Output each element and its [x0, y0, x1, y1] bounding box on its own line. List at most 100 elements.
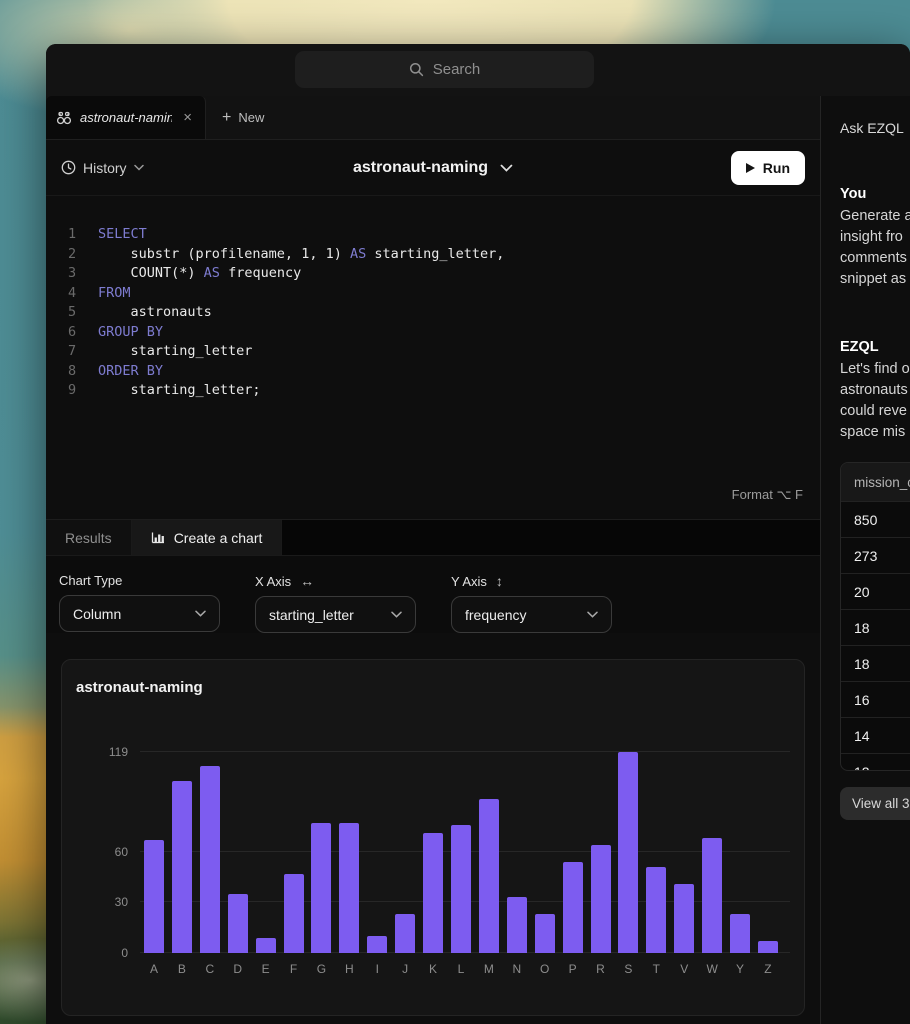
table-row[interactable]: 18: [841, 609, 910, 645]
message-you: You Generate ainsight frocommentssnippet…: [840, 186, 910, 290]
query-toolbar: History astronaut-naming Run: [46, 140, 820, 196]
bar-F[interactable]: [284, 874, 304, 953]
x-axis-tick-label: N: [507, 962, 527, 976]
app-window: Search astronaut-naming × + New: [46, 44, 910, 1024]
view-all-button[interactable]: View all 39: [840, 787, 910, 820]
bar-R[interactable]: [591, 845, 611, 953]
table-row[interactable]: 14: [841, 717, 910, 753]
bar-B[interactable]: [172, 781, 192, 953]
bar-K[interactable]: [423, 833, 443, 953]
bar-V[interactable]: [674, 884, 694, 953]
bar-D[interactable]: [228, 894, 248, 953]
table-row[interactable]: 850: [841, 501, 910, 537]
code-line: 5 astronauts: [68, 303, 820, 323]
bar-A[interactable]: [144, 840, 164, 953]
x-axis-tick-label: Z: [758, 962, 778, 976]
bar-W[interactable]: [702, 838, 722, 953]
code-line: 1SELECT: [68, 225, 820, 245]
tab-strip: astronaut-naming × + New: [46, 96, 820, 140]
x-axis-tick-label: T: [646, 962, 666, 976]
bar-P[interactable]: [563, 862, 583, 953]
x-axis-tick-label: S: [618, 962, 638, 976]
table-row[interactable]: 16: [841, 681, 910, 717]
results-tab-strip: Results Create a chart: [46, 520, 820, 556]
chart-controls: Chart Type Column X Axis ↔ starting_lett…: [46, 556, 820, 633]
x-axis-tick-label: J: [395, 962, 415, 976]
x-axis-value: starting_letter: [269, 607, 354, 623]
message-line: Let's find o: [840, 359, 910, 380]
line-number: 2: [68, 245, 98, 265]
chevron-down-icon: [500, 164, 513, 172]
bar-J[interactable]: [395, 914, 415, 953]
bar-G[interactable]: [311, 823, 331, 953]
code-text: FROM: [98, 284, 131, 304]
sidebar-title: Ask EZQL: [840, 120, 910, 136]
table-row[interactable]: 18: [841, 645, 910, 681]
message-ezql: EZQL Let's find oastronautscould revespa…: [840, 339, 910, 443]
bar-M[interactable]: [479, 799, 499, 953]
chart-type-select[interactable]: Column: [59, 595, 220, 632]
bar-E[interactable]: [256, 938, 276, 953]
tab-close-icon[interactable]: ×: [180, 108, 195, 127]
code-text: astronauts: [98, 303, 212, 323]
result-preview-table: mission_c 850273201818161412: [840, 462, 910, 771]
sql-editor[interactable]: 1SELECT2 substr (profilename, 1, 1) AS s…: [46, 196, 820, 520]
y-axis-select[interactable]: frequency: [451, 596, 612, 633]
search-input[interactable]: Search: [295, 51, 594, 88]
x-axis-tick-label: M: [479, 962, 499, 976]
message-line: could reve: [840, 401, 910, 422]
code-line: 3 COUNT(*) AS frequency: [68, 264, 820, 284]
bar-O[interactable]: [535, 914, 555, 953]
x-axis-tick-label: C: [200, 962, 220, 976]
x-axis-label: X Axis ↔: [255, 573, 416, 589]
results-tab-label: Results: [65, 530, 112, 546]
x-axis-tick-label: H: [339, 962, 359, 976]
line-number: 1: [68, 225, 98, 245]
x-axis-tick-label: W: [702, 962, 722, 976]
line-number: 7: [68, 342, 98, 362]
code-line: 2 substr (profilename, 1, 1) AS starting…: [68, 245, 820, 265]
bar-T[interactable]: [646, 867, 666, 953]
code-text: starting_letter;: [98, 381, 261, 401]
bar-L[interactable]: [451, 825, 471, 953]
x-axis-tick-label: I: [367, 962, 387, 976]
line-number: 8: [68, 362, 98, 382]
tab-results[interactable]: Results: [46, 520, 132, 555]
x-axis-tick-label: A: [144, 962, 164, 976]
run-label: Run: [763, 160, 790, 176]
history-label: History: [83, 160, 127, 176]
table-row[interactable]: 273: [841, 537, 910, 573]
clock-icon: [61, 160, 76, 175]
x-axis-tick-label: K: [423, 962, 443, 976]
bars: [144, 752, 778, 953]
code-text: GROUP BY: [98, 323, 163, 343]
view-all-label: View all 39: [852, 796, 910, 811]
run-button[interactable]: Run: [731, 151, 805, 185]
new-tab-button[interactable]: + New: [206, 96, 280, 139]
chart-type-group: Chart Type Column: [59, 573, 220, 633]
bar-S[interactable]: [618, 752, 638, 953]
bar-N[interactable]: [507, 897, 527, 953]
x-axis-label-text: X Axis: [255, 574, 291, 589]
bar-I[interactable]: [367, 936, 387, 953]
vertical-arrow-icon: ↕: [496, 573, 503, 589]
y-axis-tick-label: 0: [88, 946, 128, 960]
y-axis-value: frequency: [465, 607, 526, 623]
code-line: 6GROUP BY: [68, 323, 820, 343]
bar-C[interactable]: [200, 766, 220, 953]
table-header-cell: mission_c: [841, 463, 910, 501]
x-axis-select[interactable]: starting_letter: [255, 596, 416, 633]
code-line: 8ORDER BY: [68, 362, 820, 382]
code-text: starting_letter: [98, 342, 252, 362]
bar-Z[interactable]: [758, 941, 778, 953]
history-button[interactable]: History: [61, 160, 144, 176]
query-title-dropdown[interactable]: astronaut-naming: [353, 159, 513, 177]
tab-astronaut-naming[interactable]: astronaut-naming ×: [46, 96, 206, 139]
table-row[interactable]: 20: [841, 573, 910, 609]
plus-icon: +: [222, 109, 231, 127]
table-row[interactable]: 12: [841, 753, 910, 771]
tab-create-a-chart[interactable]: Create a chart: [132, 520, 283, 555]
format-shortcut-hint[interactable]: Format ⌥ F: [732, 485, 803, 505]
bar-Y[interactable]: [730, 914, 750, 953]
bar-H[interactable]: [339, 823, 359, 953]
